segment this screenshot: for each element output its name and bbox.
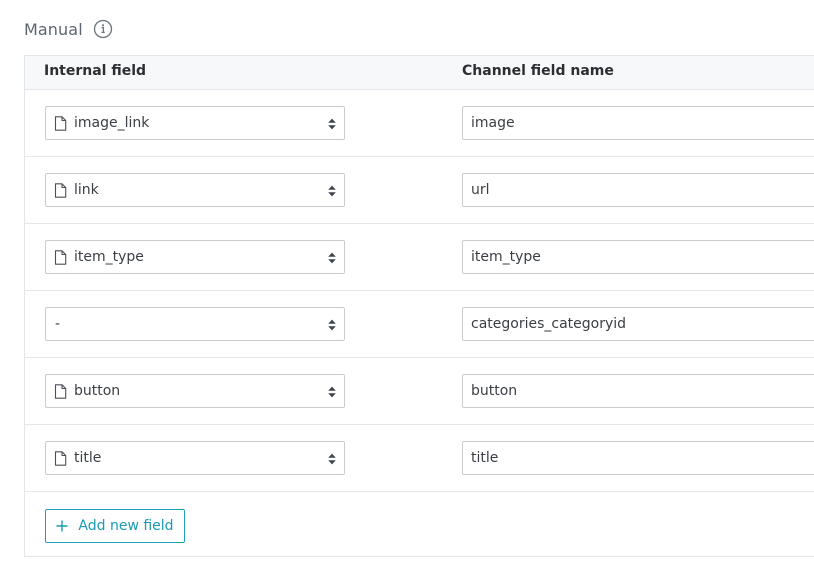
file-icon <box>54 249 67 265</box>
sort-icon <box>327 384 337 398</box>
channel-field-name-input[interactable] <box>462 307 814 341</box>
sort-icon <box>327 183 337 197</box>
file-icon <box>54 115 67 131</box>
internal-field-value: image_link <box>74 115 150 131</box>
sort-icon <box>327 451 337 465</box>
table-row: link <box>25 157 814 224</box>
channel-field-name-input[interactable] <box>462 173 814 207</box>
add-new-field-button[interactable]: Add new field <box>45 509 185 543</box>
table-row: button <box>25 358 814 425</box>
sort-icon <box>327 250 337 264</box>
internal-field-select[interactable]: item_type <box>45 240 345 274</box>
internal-field-select[interactable]: button <box>45 374 345 408</box>
internal-field-value: button <box>74 383 121 399</box>
internal-field-value: item_type <box>74 249 144 265</box>
file-icon <box>54 450 67 466</box>
internal-field-value: - <box>55 316 61 332</box>
internal-field-value: link <box>74 182 99 198</box>
channel-field-name-input[interactable] <box>462 441 814 475</box>
channel-field-name-input[interactable] <box>462 240 814 274</box>
channel-field-name-input[interactable] <box>462 374 814 408</box>
table-row: - <box>25 291 814 358</box>
channel-field-name-header: Channel field name <box>462 63 614 79</box>
internal-field-select[interactable]: title <box>45 441 345 475</box>
table-row: item_type <box>25 224 814 291</box>
table-row: image_link <box>25 90 814 157</box>
plus-icon <box>56 520 68 532</box>
section-header: Manual <box>24 16 113 42</box>
table-body: image_link link <box>25 90 814 492</box>
internal-field-value: title <box>74 450 102 466</box>
field-mapping-table: Internal field Channel field name image_… <box>24 55 814 557</box>
section-title: Manual <box>24 19 83 39</box>
internal-field-select[interactable]: link <box>45 173 345 207</box>
add-new-field-label: Add new field <box>78 518 174 534</box>
file-icon <box>54 182 67 198</box>
internal-field-select[interactable]: image_link <box>45 106 345 140</box>
sort-icon <box>327 317 337 331</box>
table-row: title <box>25 425 814 492</box>
sort-icon <box>327 116 337 130</box>
internal-field-header: Internal field <box>44 63 147 79</box>
internal-field-select[interactable]: - <box>45 307 345 341</box>
table-footer: Add new field <box>25 492 814 559</box>
info-icon[interactable] <box>93 19 113 39</box>
table-header: Internal field Channel field name <box>25 56 814 90</box>
file-icon <box>54 383 67 399</box>
channel-field-name-input[interactable] <box>462 106 814 140</box>
